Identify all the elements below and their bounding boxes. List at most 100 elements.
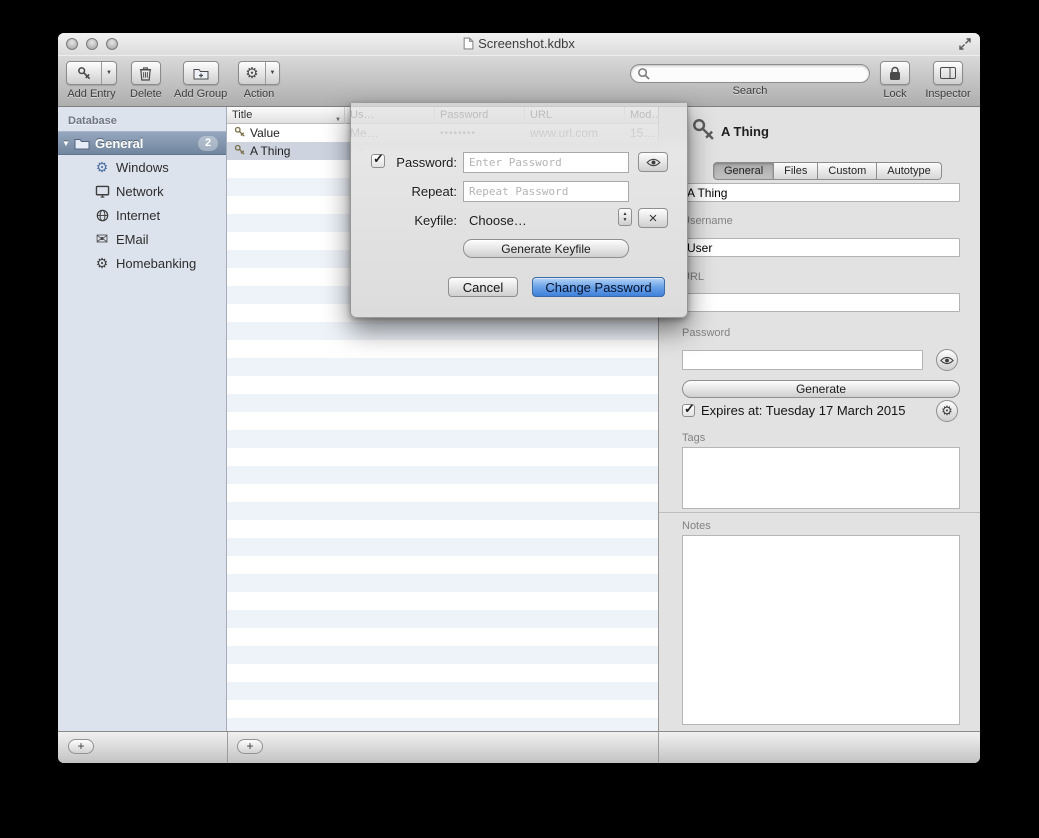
inspector-button[interactable] (933, 61, 963, 85)
add-entry-footer-button[interactable]: + (237, 739, 263, 754)
reveal-password-button[interactable] (936, 349, 958, 371)
sidebar-group-general[interactable]: ▼ General 2 (58, 131, 226, 155)
titlebar[interactable]: Screenshot.kdbx (58, 33, 980, 55)
window-title-text: Screenshot.kdbx (478, 36, 575, 51)
display-icon (92, 185, 112, 198)
key-icon (77, 66, 92, 81)
zoom-button[interactable] (106, 38, 118, 50)
inspector-panel: A Thing General Files Custom Autotype Us… (658, 107, 980, 731)
cell-title: A Thing (245, 144, 345, 158)
eye-icon (646, 158, 661, 167)
tab-general[interactable]: General (713, 162, 774, 180)
notes-textarea[interactable] (682, 535, 960, 725)
close-button[interactable] (66, 38, 78, 50)
column-header-title[interactable]: Title ▼ (227, 107, 345, 124)
gear-icon: ⚙ (92, 159, 112, 176)
search-input[interactable] (650, 67, 863, 81)
search-field[interactable] (630, 64, 870, 83)
eye-icon (940, 356, 954, 365)
key-icon (229, 126, 246, 141)
footer-separator (658, 732, 659, 763)
sidebar-item-internet[interactable]: Internet (58, 203, 226, 227)
add-group-footer-button[interactable]: + (68, 739, 94, 754)
sidebar-item-label: Network (116, 184, 164, 199)
sheet-reveal-password-button[interactable] (638, 152, 668, 172)
add-group-label: Add Group (174, 88, 227, 100)
inspector-label: Inspector (925, 88, 970, 100)
expires-label: Expires at: Tuesday 17 March 2015 (701, 403, 906, 418)
change-password-button[interactable]: Change Password (532, 277, 665, 297)
folder-plus-icon (193, 67, 209, 80)
clear-keyfile-button[interactable]: × (638, 208, 668, 228)
sidebar-item-windows[interactable]: ⚙ Windows (58, 155, 226, 179)
delete-button[interactable] (131, 61, 161, 85)
tab-custom[interactable]: Custom (818, 162, 877, 180)
lock-icon (889, 66, 901, 81)
notes-label: Notes (682, 520, 711, 532)
add-group-button[interactable] (183, 61, 219, 85)
check-icon: ✓ (373, 151, 384, 167)
title-field[interactable] (682, 183, 960, 202)
sidebar-item-label: EMail (116, 232, 149, 247)
tab-files[interactable]: Files (774, 162, 818, 180)
keyfile-stepper[interactable]: ▲ ▼ (618, 208, 632, 226)
action-dropdown-arrow[interactable]: ▼ (265, 62, 279, 84)
add-entry-dropdown-arrow[interactable]: ▼ (101, 62, 116, 84)
section-divider (659, 512, 980, 513)
change-password-sheet: ✓ Password: Repeat: Keyfile: Choose… ▲ ▼… (350, 103, 688, 318)
sidebar-item-email[interactable]: ✉ EMail (58, 227, 226, 251)
sidebar-item-network[interactable]: Network (58, 179, 226, 203)
folder-icon (74, 137, 90, 150)
generate-password-button[interactable]: Generate (682, 380, 960, 398)
fullscreen-icon[interactable] (958, 37, 972, 51)
sidebar: Database ▼ General 2 ⚙ Windows Network I… (58, 107, 227, 731)
action-button[interactable]: ⚙ ▼ (238, 61, 280, 85)
password-field[interactable] (682, 350, 923, 370)
cancel-button[interactable]: Cancel (448, 277, 518, 297)
check-icon: ✓ (684, 401, 695, 417)
group-count-badge: 2 (198, 136, 218, 151)
generate-keyfile-button[interactable]: Generate Keyfile (463, 239, 629, 258)
keyfile-popup[interactable]: Choose… (469, 213, 527, 228)
username-field[interactable] (682, 238, 960, 257)
sort-arrow-icon: ▼ (335, 112, 341, 124)
trash-icon (139, 66, 152, 81)
tags-textarea[interactable] (682, 447, 960, 509)
password-checkbox[interactable]: ✓ (371, 154, 385, 168)
expires-settings-button[interactable]: ⚙ (936, 400, 958, 422)
lock-button[interactable] (880, 61, 910, 85)
toolbar: ▼ Add Entry Delete Add Group ⚙ ▼ Action (58, 55, 980, 107)
sidebar-header: Database (58, 107, 226, 131)
cell-title: Value (245, 126, 345, 140)
document-icon (463, 37, 474, 50)
expires-checkbox[interactable]: ✓ (682, 404, 695, 417)
url-field[interactable] (682, 293, 960, 312)
lock-label: Lock (883, 88, 906, 100)
gear-icon: ⚙ (239, 62, 265, 84)
sheet-repeat-input[interactable] (463, 181, 629, 202)
sidebar-item-label: Internet (116, 208, 160, 223)
tab-autotype[interactable]: Autotype (877, 162, 941, 180)
envelope-icon: ✉ (92, 230, 112, 248)
sheet-repeat-label: Repeat: (369, 184, 457, 199)
search-icon (637, 67, 650, 80)
close-icon: × (649, 210, 658, 227)
gear-icon: ⚙ (941, 403, 953, 419)
minimize-button[interactable] (86, 38, 98, 50)
key-icon (691, 117, 717, 148)
sidebar-item-homebanking[interactable]: ⚙ Homebanking (58, 251, 226, 275)
password-label: Password (682, 327, 730, 339)
globe-icon (92, 209, 112, 222)
inspector-tabs: General Files Custom Autotype (713, 162, 942, 180)
app-window: Screenshot.kdbx ▼ Add Entry Delete (58, 33, 980, 763)
add-entry-label: Add Entry (67, 88, 115, 100)
sheet-keyfile-label: Keyfile: (369, 213, 457, 228)
disclosure-triangle-icon[interactable]: ▼ (58, 139, 74, 148)
sheet-password-input[interactable] (463, 152, 629, 173)
key-icon (229, 144, 246, 159)
action-label: Action (244, 88, 275, 100)
inspector-title: A Thing (721, 124, 769, 139)
tags-label: Tags (682, 432, 705, 444)
gear-icon: ⚙ (92, 255, 112, 272)
add-entry-button[interactable]: ▼ (66, 61, 117, 85)
